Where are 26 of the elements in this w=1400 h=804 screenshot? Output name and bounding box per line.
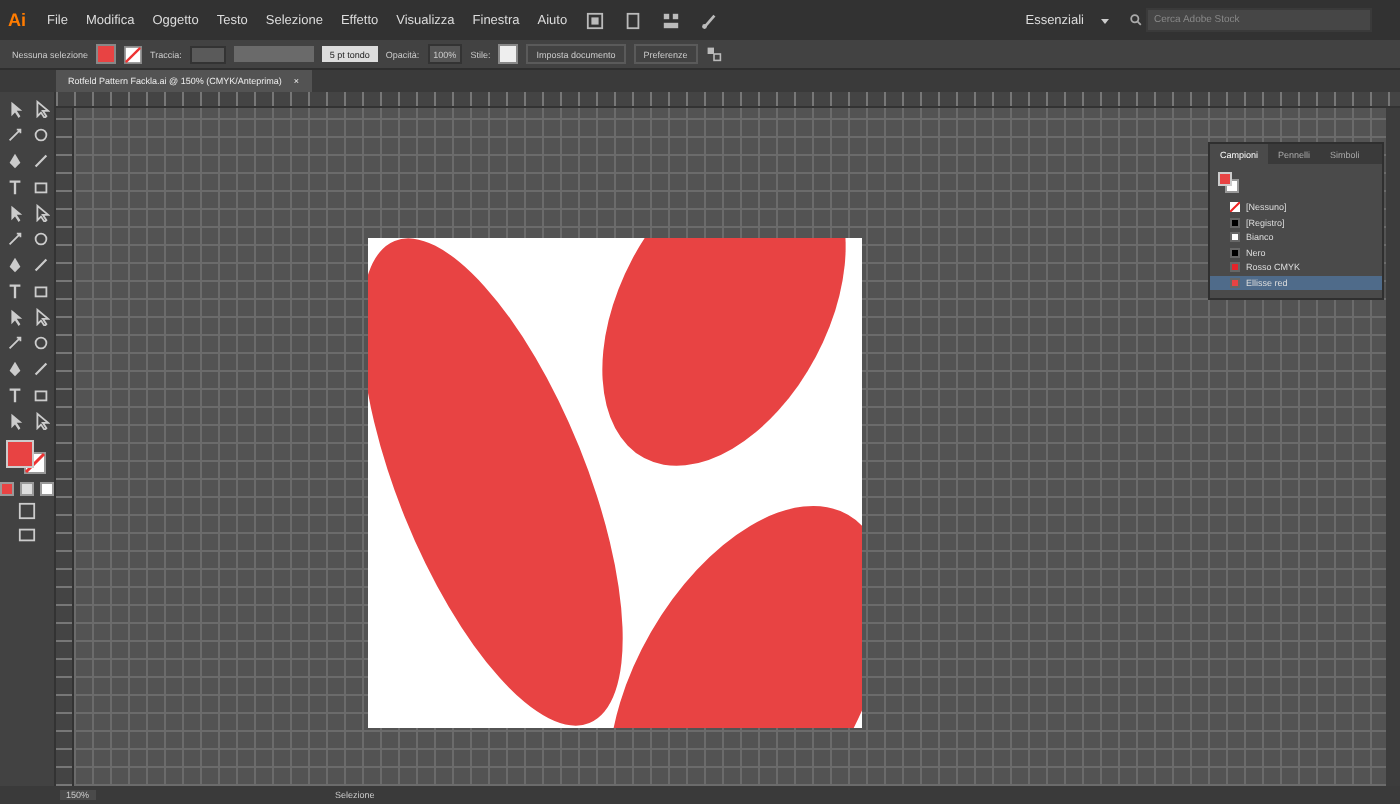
stroke-swatch[interactable] (124, 45, 143, 63)
fill-stroke-icon[interactable] (1218, 171, 1240, 193)
tool-icon[interactable] (5, 126, 23, 144)
tool-icon[interactable] (5, 334, 23, 352)
document-icon[interactable] (624, 11, 643, 29)
layout-icon[interactable] (662, 11, 681, 29)
caret-icon[interactable] (1100, 15, 1110, 25)
fill-swatch[interactable] (96, 44, 117, 64)
vertical-scrollbar[interactable] (1386, 108, 1400, 786)
draw-mode-icon[interactable] (18, 502, 36, 520)
fill-swatch[interactable] (5, 440, 33, 468)
variable-width-field[interactable] (233, 46, 314, 62)
app-logo: Ai (8, 10, 26, 30)
brush-icon[interactable] (700, 11, 719, 29)
tool-icon[interactable] (5, 230, 23, 248)
tool-icon[interactable] (5, 282, 23, 300)
search-icon (1130, 14, 1142, 26)
stroke-weight-field[interactable] (189, 45, 226, 63)
style-swatch[interactable] (498, 44, 519, 64)
none-swatch-icon (1230, 202, 1240, 213)
screen-mode-icon[interactable] (18, 526, 36, 544)
none-mode-icon[interactable] (40, 482, 54, 496)
tool-icon[interactable] (5, 178, 23, 196)
arrange-icon[interactable] (705, 46, 722, 62)
color-mode-icon[interactable] (0, 482, 14, 496)
tool-icon[interactable] (5, 386, 23, 404)
